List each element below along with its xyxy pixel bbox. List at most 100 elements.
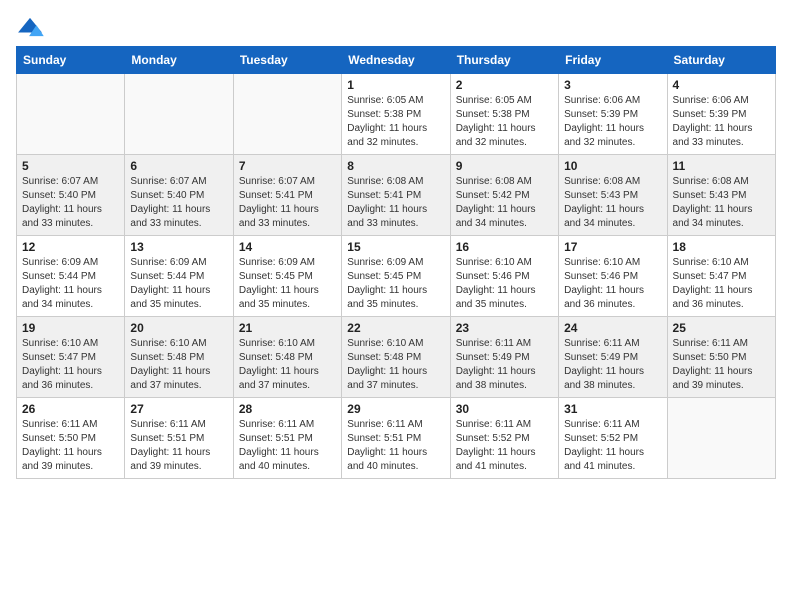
day-info: Sunrise: 6:11 AM Sunset: 5:51 PM Dayligh…	[239, 418, 336, 474]
page-container: SundayMondayTuesdayWednesdayThursdayFrid…	[16, 16, 776, 479]
header-cell-monday: Monday	[125, 47, 233, 74]
day-info: Sunrise: 6:08 AM Sunset: 5:43 PM Dayligh…	[673, 175, 770, 231]
header-cell-sunday: Sunday	[17, 47, 125, 74]
day-cell: 11 Sunrise: 6:08 AM Sunset: 5:43 PM Dayli…	[667, 155, 775, 236]
day-info: Sunrise: 6:06 AM Sunset: 5:39 PM Dayligh…	[564, 94, 661, 150]
day-cell: 22 Sunrise: 6:10 AM Sunset: 5:48 PM Dayli…	[342, 317, 450, 398]
week-row-3: 12 Sunrise: 6:09 AM Sunset: 5:44 PM Dayli…	[17, 236, 776, 317]
day-number: 15	[347, 240, 444, 254]
day-info: Sunrise: 6:07 AM Sunset: 5:40 PM Dayligh…	[130, 175, 227, 231]
day-cell: 4Sunrise: 6:06 AM Sunset: 5:39 PM Daylig…	[667, 74, 775, 155]
day-cell: 10Sunrise: 6:08 AM Sunset: 5:43 PM Dayli…	[559, 155, 667, 236]
day-info: Sunrise: 6:11 AM Sunset: 5:52 PM Dayligh…	[564, 418, 661, 474]
day-info: Sunrise: 6:08 AM Sunset: 5:41 PM Dayligh…	[347, 175, 444, 231]
day-cell: 16 Sunrise: 6:10 AM Sunset: 5:46 PM Dayli…	[450, 236, 558, 317]
day-number: 27	[130, 402, 227, 416]
day-number: 29	[347, 402, 444, 416]
day-cell: 2 Sunrise: 6:05 AM Sunset: 5:38 PM Daylig…	[450, 74, 558, 155]
day-number: 22	[347, 321, 444, 335]
day-info: Sunrise: 6:05 AM Sunset: 5:38 PM Dayligh…	[456, 94, 553, 150]
day-cell: 26 Sunrise: 6:11 AM Sunset: 5:50 PM Dayli…	[17, 398, 125, 479]
day-info: Sunrise: 6:05 AM Sunset: 5:38 PM Dayligh…	[347, 94, 444, 150]
day-number: 17	[564, 240, 661, 254]
day-cell: 28 Sunrise: 6:11 AM Sunset: 5:51 PM Dayli…	[233, 398, 341, 479]
day-cell: 19Sunrise: 6:10 AM Sunset: 5:47 PM Dayli…	[17, 317, 125, 398]
day-number: 14	[239, 240, 336, 254]
day-cell: 15 Sunrise: 6:09 AM Sunset: 5:45 PM Dayli…	[342, 236, 450, 317]
day-cell: 12 Sunrise: 6:09 AM Sunset: 5:44 PM Dayli…	[17, 236, 125, 317]
header-row: SundayMondayTuesdayWednesdayThursdayFrid…	[17, 47, 776, 74]
day-cell: 23 Sunrise: 6:11 AM Sunset: 5:49 PM Dayli…	[450, 317, 558, 398]
day-cell: 30 Sunrise: 6:11 AM Sunset: 5:52 PM Dayli…	[450, 398, 558, 479]
day-number: 1	[347, 78, 444, 92]
day-number: 24	[564, 321, 661, 335]
day-info: Sunrise: 6:09 AM Sunset: 5:45 PM Dayligh…	[239, 256, 336, 312]
day-cell	[667, 398, 775, 479]
day-number: 2	[456, 78, 553, 92]
day-number: 20	[130, 321, 227, 335]
header	[16, 16, 776, 38]
day-number: 12	[22, 240, 119, 254]
day-cell: 29 Sunrise: 6:11 AM Sunset: 5:51 PM Dayli…	[342, 398, 450, 479]
day-cell: 7 Sunrise: 6:07 AM Sunset: 5:41 PM Daylig…	[233, 155, 341, 236]
day-info: Sunrise: 6:10 AM Sunset: 5:48 PM Dayligh…	[347, 337, 444, 393]
day-cell: 9 Sunrise: 6:08 AM Sunset: 5:42 PM Daylig…	[450, 155, 558, 236]
day-info: Sunrise: 6:11 AM Sunset: 5:51 PM Dayligh…	[347, 418, 444, 474]
calendar-table: SundayMondayTuesdayWednesdayThursdayFrid…	[16, 46, 776, 479]
logo-icon	[16, 16, 44, 38]
day-info: Sunrise: 6:11 AM Sunset: 5:50 PM Dayligh…	[673, 337, 770, 393]
header-cell-friday: Friday	[559, 47, 667, 74]
day-number: 26	[22, 402, 119, 416]
day-cell: 14 Sunrise: 6:09 AM Sunset: 5:45 PM Dayli…	[233, 236, 341, 317]
day-info: Sunrise: 6:08 AM Sunset: 5:42 PM Dayligh…	[456, 175, 553, 231]
week-row-2: 5Sunrise: 6:07 AM Sunset: 5:40 PM Daylig…	[17, 155, 776, 236]
day-number: 21	[239, 321, 336, 335]
day-number: 9	[456, 159, 553, 173]
day-info: Sunrise: 6:10 AM Sunset: 5:48 PM Dayligh…	[130, 337, 227, 393]
day-number: 28	[239, 402, 336, 416]
day-info: Sunrise: 6:11 AM Sunset: 5:51 PM Dayligh…	[130, 418, 227, 474]
day-number: 16	[456, 240, 553, 254]
day-info: Sunrise: 6:11 AM Sunset: 5:49 PM Dayligh…	[456, 337, 553, 393]
day-info: Sunrise: 6:11 AM Sunset: 5:52 PM Dayligh…	[456, 418, 553, 474]
header-cell-saturday: Saturday	[667, 47, 775, 74]
day-cell: 6 Sunrise: 6:07 AM Sunset: 5:40 PM Daylig…	[125, 155, 233, 236]
day-cell: 24Sunrise: 6:11 AM Sunset: 5:49 PM Dayli…	[559, 317, 667, 398]
header-cell-thursday: Thursday	[450, 47, 558, 74]
day-info: Sunrise: 6:09 AM Sunset: 5:44 PM Dayligh…	[22, 256, 119, 312]
day-info: Sunrise: 6:10 AM Sunset: 5:46 PM Dayligh…	[456, 256, 553, 312]
header-cell-wednesday: Wednesday	[342, 47, 450, 74]
day-number: 3	[564, 78, 661, 92]
day-cell: 18Sunrise: 6:10 AM Sunset: 5:47 PM Dayli…	[667, 236, 775, 317]
day-info: Sunrise: 6:10 AM Sunset: 5:47 PM Dayligh…	[673, 256, 770, 312]
day-number: 7	[239, 159, 336, 173]
day-number: 11	[673, 159, 770, 173]
day-number: 19	[22, 321, 119, 335]
day-number: 6	[130, 159, 227, 173]
week-row-4: 19Sunrise: 6:10 AM Sunset: 5:47 PM Dayli…	[17, 317, 776, 398]
day-info: Sunrise: 6:07 AM Sunset: 5:41 PM Dayligh…	[239, 175, 336, 231]
day-cell: 3 Sunrise: 6:06 AM Sunset: 5:39 PM Daylig…	[559, 74, 667, 155]
day-number: 10	[564, 159, 661, 173]
day-number: 30	[456, 402, 553, 416]
day-info: Sunrise: 6:09 AM Sunset: 5:45 PM Dayligh…	[347, 256, 444, 312]
day-number: 8	[347, 159, 444, 173]
week-row-5: 26 Sunrise: 6:11 AM Sunset: 5:50 PM Dayli…	[17, 398, 776, 479]
logo	[16, 16, 48, 38]
day-cell: 27 Sunrise: 6:11 AM Sunset: 5:51 PM Dayli…	[125, 398, 233, 479]
day-cell: 5Sunrise: 6:07 AM Sunset: 5:40 PM Daylig…	[17, 155, 125, 236]
day-cell: 25 Sunrise: 6:11 AM Sunset: 5:50 PM Dayli…	[667, 317, 775, 398]
day-number: 25	[673, 321, 770, 335]
day-info: Sunrise: 6:07 AM Sunset: 5:40 PM Dayligh…	[22, 175, 119, 231]
day-cell: 17Sunrise: 6:10 AM Sunset: 5:46 PM Dayli…	[559, 236, 667, 317]
day-cell	[17, 74, 125, 155]
day-cell: 20 Sunrise: 6:10 AM Sunset: 5:48 PM Dayli…	[125, 317, 233, 398]
header-cell-tuesday: Tuesday	[233, 47, 341, 74]
day-cell: 21Sunrise: 6:10 AM Sunset: 5:48 PM Dayli…	[233, 317, 341, 398]
day-number: 31	[564, 402, 661, 416]
day-number: 23	[456, 321, 553, 335]
week-row-1: 1 Sunrise: 6:05 AM Sunset: 5:38 PM Daylig…	[17, 74, 776, 155]
day-info: Sunrise: 6:11 AM Sunset: 5:50 PM Dayligh…	[22, 418, 119, 474]
day-info: Sunrise: 6:09 AM Sunset: 5:44 PM Dayligh…	[130, 256, 227, 312]
day-cell	[233, 74, 341, 155]
